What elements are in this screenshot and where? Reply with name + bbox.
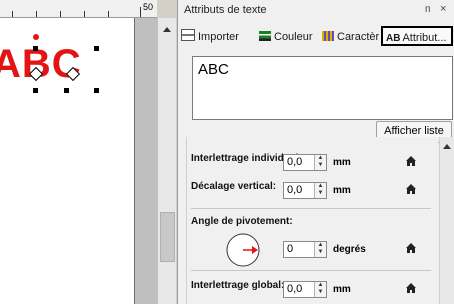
- horizontal-ruler: 50: [0, 0, 157, 18]
- stepper-value: 0,0: [287, 184, 303, 196]
- color-icon: [259, 31, 271, 41]
- down-arrow-icon[interactable]: ▼: [315, 162, 326, 169]
- stepper-buttons[interactable]: ▲ ▼: [314, 155, 326, 170]
- close-icon[interactable]: ×: [440, 3, 446, 15]
- up-arrow-icon[interactable]: ▲: [315, 155, 326, 162]
- reset-home-icon[interactable]: [406, 283, 416, 293]
- selection-handle[interactable]: [94, 88, 99, 93]
- rotation-dial[interactable]: [225, 232, 261, 268]
- tab-importer[interactable]: Importer: [181, 29, 239, 45]
- tab-label: Importer: [198, 31, 239, 43]
- stepper-buttons[interactable]: ▲ ▼: [314, 282, 326, 297]
- selection-handle[interactable]: [33, 88, 38, 93]
- rotation-handle[interactable]: [33, 34, 39, 40]
- unit-label: mm: [333, 284, 351, 295]
- selection-handle[interactable]: [33, 46, 38, 51]
- pin-icon[interactable]: ᴨ: [425, 4, 430, 15]
- up-arrow-icon[interactable]: ▲: [315, 242, 326, 249]
- tab-caractere[interactable]: Caractèr: [322, 29, 379, 45]
- selection-handle[interactable]: [64, 88, 69, 93]
- up-arrow-icon[interactable]: ▲: [315, 183, 326, 190]
- letter-spacing-global-label: Interlettrage global:: [191, 280, 285, 291]
- import-icon: [181, 29, 195, 41]
- tab-label: Caractèr: [337, 31, 380, 43]
- stepper-value: 0,0: [287, 156, 303, 168]
- letter-spacing-global-stepper[interactable]: 0,0 ▲ ▼: [283, 281, 327, 298]
- vertical-offset-stepper[interactable]: 0,0 ▲ ▼: [283, 182, 327, 199]
- tab-label: Attribut...: [402, 32, 447, 44]
- attributes-scrollbar[interactable]: [439, 137, 454, 304]
- down-arrow-icon[interactable]: ▼: [315, 190, 326, 197]
- text-input-box[interactable]: ABC: [192, 56, 453, 120]
- text-input-value: ABC: [198, 61, 229, 78]
- panel-tabbar: Importer Couleur Caractèr AB Attribut...: [178, 24, 454, 50]
- unit-label: degrés: [333, 244, 366, 255]
- letter-spacing-individual-stepper[interactable]: 0,0 ▲ ▼: [283, 154, 327, 171]
- down-arrow-icon[interactable]: ▼: [315, 249, 326, 256]
- canvas-page[interactable]: ABC: [0, 18, 135, 304]
- unit-label: mm: [333, 157, 351, 168]
- divider: [191, 270, 431, 271]
- tab-attribut[interactable]: AB Attribut...: [381, 26, 453, 46]
- stepper-value: 0,0: [287, 283, 303, 295]
- design-canvas[interactable]: 50 ABC: [0, 0, 157, 304]
- reset-home-icon[interactable]: [406, 156, 416, 166]
- scroll-up-icon[interactable]: [163, 27, 171, 32]
- rotation-angle-label: Angle de pivotement:: [191, 216, 293, 227]
- stepper-buttons[interactable]: ▲ ▼: [314, 242, 326, 257]
- selection-handle[interactable]: [94, 46, 99, 51]
- tab-couleur[interactable]: Couleur: [259, 29, 313, 45]
- panel-title: Attributs de texte: [184, 4, 267, 16]
- rotation-angle-stepper[interactable]: 0 ▲ ▼: [283, 241, 327, 258]
- attribute-icon: AB: [386, 33, 401, 44]
- canvas-scroll-thumb[interactable]: [160, 212, 175, 262]
- vertical-offset-label: Décalage vertical:: [191, 181, 277, 192]
- character-icon: [322, 31, 334, 41]
- ruler-label: 50: [143, 2, 154, 12]
- reset-home-icon[interactable]: [406, 184, 416, 194]
- unit-label: mm: [333, 185, 351, 196]
- scroll-up-icon[interactable]: [443, 144, 451, 149]
- reset-home-icon[interactable]: [406, 243, 416, 253]
- up-arrow-icon[interactable]: ▲: [315, 282, 326, 289]
- divider: [191, 208, 431, 209]
- tab-label: Couleur: [274, 31, 313, 43]
- stepper-buttons[interactable]: ▲ ▼: [314, 183, 326, 198]
- text-attributes-panel: Attributs de texte ᴨ × Importer Couleur …: [177, 0, 454, 304]
- stepper-value: 0: [287, 243, 294, 255]
- down-arrow-icon[interactable]: ▼: [315, 289, 326, 296]
- attributes-area: Interlettrage individuel: 0,0 ▲ ▼ mm Déca…: [186, 137, 438, 304]
